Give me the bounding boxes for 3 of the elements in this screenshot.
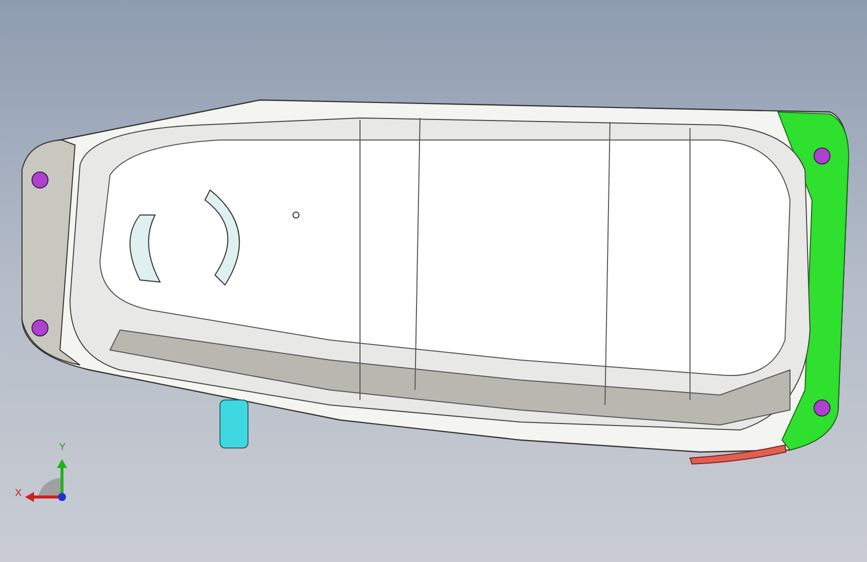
axis-triad-icon <box>25 459 67 502</box>
x-axis-label: X <box>15 487 22 501</box>
y-axis-label: Y <box>59 441 66 455</box>
